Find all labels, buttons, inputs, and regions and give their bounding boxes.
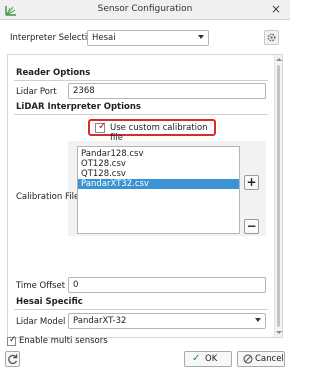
ok-label: OK — [205, 354, 218, 364]
checkmark-icon: ✓ — [192, 353, 201, 364]
cancel-button[interactable]: Cancel — [237, 351, 285, 367]
time-offset-label: Time Offset — [16, 281, 66, 291]
use-custom-calibration-label[interactable]: Use custom calibration file — [110, 123, 214, 143]
enable-multi-sensors-label[interactable]: Enable multi sensors — [19, 336, 108, 346]
chevron-down-icon — [255, 318, 261, 322]
enable-multi-sensors-checkbox[interactable]: ✓ — [7, 335, 17, 346]
list-item[interactable]: OT128.csv — [78, 159, 239, 169]
scroll-up-icon[interactable] — [276, 58, 282, 61]
reader-options-divider — [14, 80, 268, 81]
lidar-interpreter-title: LiDAR Interpreter Options — [16, 102, 141, 112]
list-item-selected[interactable]: PandarXT32.csv — [78, 179, 239, 189]
list-item[interactable]: Pandar128.csv — [78, 149, 239, 159]
calibration-file-list[interactable]: Pandar128.csv OT128.csv QT128.csv Pandar… — [77, 146, 240, 234]
lidar-interpreter-divider — [14, 114, 268, 115]
ok-button[interactable]: ✓ OK — [184, 351, 232, 367]
add-calibration-button[interactable]: + — [244, 175, 259, 190]
reader-options-title: Reader Options — [16, 68, 91, 78]
refresh-icon — [8, 354, 18, 365]
calibration-file-label: Calibration File — [16, 192, 80, 202]
use-custom-calibration-checkbox[interactable]: ✓ — [95, 121, 107, 133]
use-custom-calibration-highlight[interactable]: ✓ Use custom calibration file — [88, 119, 216, 143]
list-item[interactable]: QT128.csv — [78, 169, 239, 179]
checkmark-icon: ✓ — [98, 121, 107, 132]
hesai-specific-title: Hesai Specific — [16, 297, 83, 307]
lidar-model-label: Lidar Model — [16, 317, 66, 327]
gear-icon — [267, 33, 276, 42]
cancel-label: Cancel — [255, 354, 284, 364]
lidar-port-input[interactable]: 2368 — [68, 83, 266, 99]
settings-button[interactable] — [264, 30, 279, 45]
lidar-model-select[interactable]: PandarXT-32 — [68, 313, 266, 329]
scrollbar-thumb[interactable] — [277, 65, 280, 327]
refresh-button[interactable] — [5, 351, 20, 367]
scroll-down-icon[interactable] — [276, 331, 282, 334]
lidar-model-value: PandarXT-32 — [73, 316, 127, 326]
time-offset-input[interactable]: 0 — [68, 277, 266, 293]
lidar-port-label: Lidar Port — [16, 87, 57, 97]
chevron-down-icon — [198, 35, 204, 39]
close-icon[interactable]: × — [271, 2, 281, 16]
window-title: Sensor Configuration — [97, 4, 193, 14]
checkmark-icon: ✓ — [9, 335, 17, 345]
interpreter-row: Interpreter Selection: Hesai — [0, 29, 290, 49]
interpreter-select[interactable]: Hesai — [87, 30, 209, 46]
cancel-icon — [243, 354, 253, 364]
remove-calibration-button[interactable]: − — [244, 219, 259, 234]
vertical-scrollbar[interactable] — [274, 55, 282, 337]
title-bar: Sensor Configuration × — [0, 0, 290, 20]
interpreter-value: Hesai — [92, 33, 116, 43]
hesai-specific-divider — [14, 309, 268, 310]
